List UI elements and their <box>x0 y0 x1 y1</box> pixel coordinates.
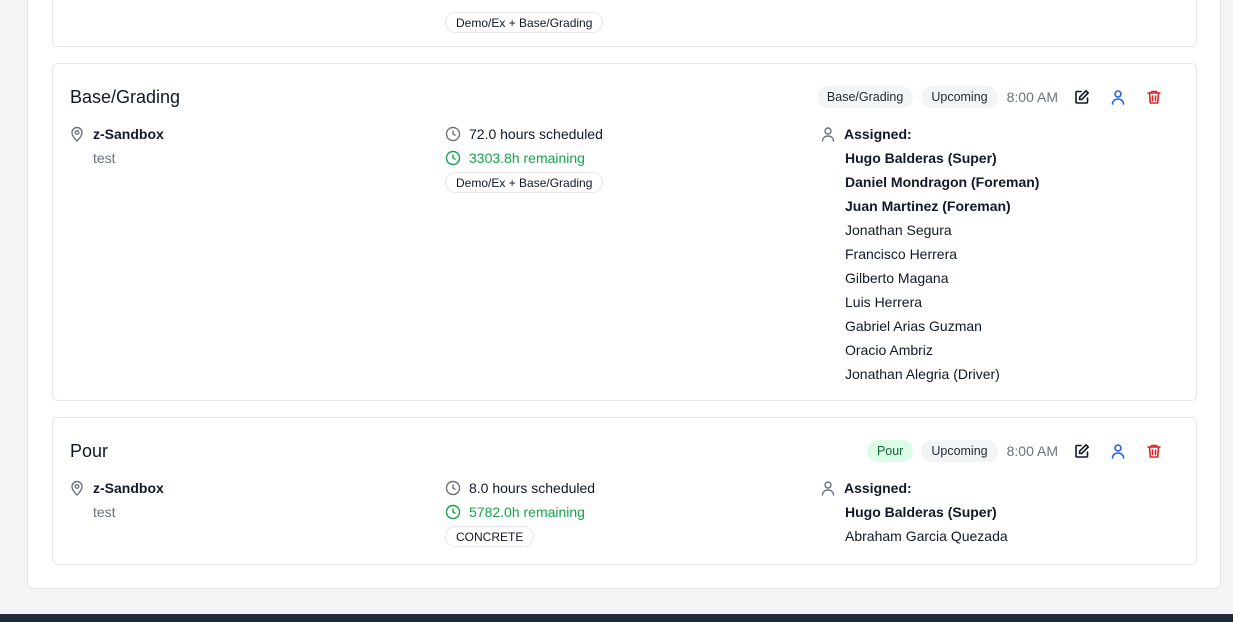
map-pin-icon <box>71 126 83 142</box>
assigned-block: Assigned: Hugo Balderas (Super) Abraham … <box>820 476 1008 548</box>
crew-member: Hugo Balderas (Super) <box>845 504 997 520</box>
status-badge: Upcoming <box>921 86 998 108</box>
task-card-base-grading: Base/Grading Base/Grading Upcoming 8:00 … <box>52 63 1197 401</box>
task-title: Base/Grading <box>70 87 181 107</box>
hours-remaining: 3303.8h remaining <box>469 150 585 166</box>
crew-member: Jonathan Segura <box>845 222 952 238</box>
edit-button[interactable] <box>1064 440 1100 462</box>
start-time: 8:00 AM <box>1006 443 1058 459</box>
crew-member: Gilberto Magana <box>845 270 949 286</box>
location-name: z-Sandbox <box>93 480 164 496</box>
assigned-block: Assigned: Hugo Balderas (Super) Daniel M… <box>820 122 1039 386</box>
delete-button[interactable] <box>1136 440 1172 462</box>
crew-member: Oracio Ambriz <box>845 342 933 358</box>
crew-member: Gabriel Arias Guzman <box>845 318 982 334</box>
task-tag: Demo/Ex + Base/Grading <box>445 172 604 193</box>
crew-list: Hugo Balderas (Super) Abraham Garcia Que… <box>820 500 1008 548</box>
edit-icon <box>1075 444 1089 458</box>
hours-scheduled: 72.0 hours scheduled <box>469 126 603 142</box>
clock-icon <box>445 150 461 166</box>
sublocation: test <box>93 504 116 520</box>
map-pin-icon <box>71 480 83 496</box>
crew-member: Hugo Balderas (Super) <box>845 150 997 166</box>
hours-block: 8.0 hours scheduled 5782.0h remaining CO… <box>445 476 595 547</box>
assign-crew-button[interactable] <box>1100 440 1136 462</box>
location-name: z-Sandbox <box>93 126 164 142</box>
hours-block: 72.0 hours scheduled 3303.8h remaining D… <box>445 122 604 193</box>
clock-icon <box>445 504 461 520</box>
crew-member: Abraham Garcia Quezada <box>845 528 1008 544</box>
delete-button[interactable] <box>1136 86 1172 108</box>
user-icon <box>821 127 835 142</box>
user-icon <box>821 481 835 496</box>
clock-icon <box>445 480 461 496</box>
task-tag: Demo/Ex + Base/Grading <box>445 12 604 33</box>
task-actions: Base/Grading Upcoming 8:00 AM <box>809 86 1172 108</box>
crew-member: Daniel Mondragon (Foreman) <box>845 174 1040 190</box>
clock-icon <box>445 126 461 142</box>
user-assign-icon <box>1111 90 1125 105</box>
task-actions: Pour Upcoming 8:00 AM <box>859 440 1172 462</box>
assigned-label: Assigned: <box>844 126 912 142</box>
category-badge: Base/Grading <box>816 86 914 108</box>
edit-icon <box>1075 90 1089 104</box>
start-time: 8:00 AM <box>1006 89 1058 105</box>
task-title: Pour <box>70 441 109 461</box>
trash-icon <box>1147 444 1161 458</box>
user-assign-icon <box>1111 444 1125 459</box>
assigned-label: Assigned: <box>844 480 912 496</box>
category-badge: Pour <box>866 440 914 462</box>
crew-member: Luis Herrera <box>845 294 923 310</box>
os-taskbar <box>0 614 1233 622</box>
crew-member: Jonathan Alegria (Driver) <box>845 366 1000 382</box>
location-block: z-Sandbox test <box>69 476 164 524</box>
crew-member: Juan Martinez (Foreman) <box>845 198 1011 214</box>
assign-crew-button[interactable] <box>1100 86 1136 108</box>
status-badge: Upcoming <box>921 440 998 462</box>
task-tag: CONCRETE <box>445 526 535 547</box>
hours-remaining: 5782.0h remaining <box>469 504 585 520</box>
location-block: z-Sandbox test <box>69 122 164 170</box>
hours-scheduled: 8.0 hours scheduled <box>469 480 596 496</box>
crew-member: Francisco Herrera <box>845 246 958 262</box>
sublocation: test <box>93 150 116 166</box>
task-card-pour: Pour Pour Upcoming 8:00 AM z-Sandbox tes… <box>52 417 1197 565</box>
edit-button[interactable] <box>1064 86 1100 108</box>
task-card-previous: Demo/Ex + Base/Grading <box>52 0 1197 47</box>
trash-icon <box>1147 90 1161 104</box>
crew-list: Hugo Balderas (Super) Daniel Mondragon (… <box>820 146 1039 386</box>
